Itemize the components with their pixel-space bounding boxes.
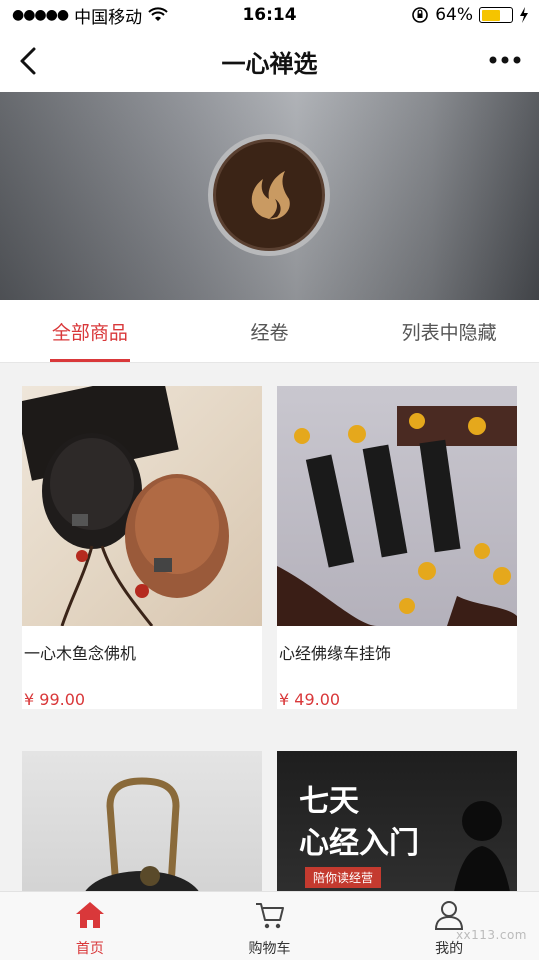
status-bar: ●●●●● 中国移动 16:14 64% [0,0,539,30]
tabbar-home[interactable]: 首页 [0,892,180,960]
promo-title: 七天 心经入门 [299,781,419,865]
battery-percent: 64% [435,5,473,25]
back-icon[interactable] [14,44,44,78]
promo-subtitle: 陪你读经营 [305,867,382,888]
page-title: 一心禅选 [221,49,318,78]
shop-banner [0,92,539,300]
product-card[interactable]: 七天 心经入门 陪你读经营 [277,751,517,891]
shop-logo[interactable] [208,134,330,256]
flame-leaf-logo-icon [251,171,290,220]
shop-logo-inner [213,139,325,251]
tab-hidden-in-list[interactable]: 列表中隐藏 [359,300,539,362]
product-card[interactable] [22,751,262,891]
charging-icon [520,7,528,23]
teapot-illustration [85,777,199,891]
product-image-wooden-fish[interactable] [22,386,262,626]
orientation-lock-icon [412,7,429,23]
watermark: xx113.com [455,928,527,942]
product-image-sutra-course[interactable]: 七天 心经入门 陪你读经营 [277,751,517,891]
status-right: 64% [411,5,529,25]
product-name[interactable]: 心经佛缘车挂饰 [277,626,517,690]
car-pendant-illustration [277,406,517,626]
battery-icon [479,7,513,23]
home-icon [75,902,104,928]
tabbar-cart[interactable]: 购物车 [180,892,360,960]
cart-icon [255,903,284,929]
nav-bar: 一心禅选 [0,30,539,92]
monk-silhouette-illustration [454,801,510,891]
product-name[interactable]: 一心木鱼念佛机 [22,626,262,690]
more-icon[interactable] [487,48,523,72]
promo-title-line-1: 七天 [299,784,359,819]
tab-all-products[interactable]: 全部商品 [0,300,180,362]
product-grid: 一心木鱼念佛机 ¥ 99.00 心经佛缘车挂饰 ¥ 49.00 七天 心经入门 … [0,363,539,891]
category-tabs: 全部商品 经卷 列表中隐藏 [0,300,539,363]
product-image-car-pendant[interactable] [277,386,517,626]
product-image-teapot[interactable] [22,751,262,891]
tabbar-home-label: 首页 [75,941,104,957]
product-card[interactable]: 一心木鱼念佛机 ¥ 99.00 [22,386,262,709]
promo-title-line-2: 心经入门 [299,826,419,861]
battery-fill [481,9,501,21]
product-price: ¥ 49.00 [279,690,341,709]
wooden-fish-illustration [22,386,229,626]
user-icon [435,901,464,930]
product-price: ¥ 99.00 [24,690,86,709]
tabbar-me[interactable]: 我的 [359,892,539,960]
bottom-tab-bar: 首页 购物车 我的 xx113.com [0,891,539,960]
tab-sutras[interactable]: 经卷 [180,300,360,362]
product-card[interactable]: 心经佛缘车挂饰 ¥ 49.00 [277,386,517,709]
tabbar-cart-label: 购物车 [248,941,291,957]
